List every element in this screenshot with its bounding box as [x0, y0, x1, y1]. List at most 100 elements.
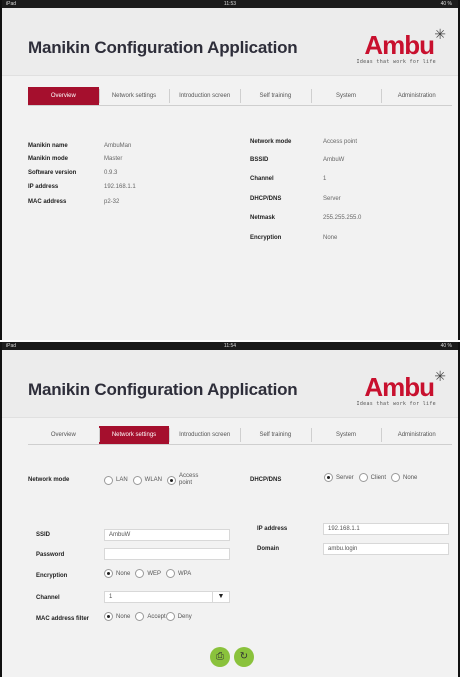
info-value: Access point: [323, 139, 358, 145]
domain-field[interactable]: ambu.login: [323, 543, 449, 555]
overview-screen: iPad 11:53 40 % Manikin Configuration Ap…: [0, 0, 460, 340]
app-header: Manikin Configuration Application Ambu ✳…: [2, 8, 458, 76]
radio-label: Deny: [177, 613, 192, 620]
info-label: DHCP/DNS: [250, 196, 282, 202]
info-value: None: [323, 235, 338, 241]
radio-button[interactable]: [135, 569, 145, 578]
app-title: Manikin Configuration Application: [28, 380, 298, 399]
info-value: AmbuMan: [104, 143, 132, 149]
app-title: Manikin Configuration Application: [28, 38, 298, 57]
status-time: 11:54: [223, 343, 237, 349]
radio-button-selected[interactable]: [167, 475, 177, 485]
radio-deny[interactable]: Deny: [165, 612, 192, 621]
radio-button[interactable]: [391, 473, 401, 482]
radio-wep[interactable]: WEP: [135, 569, 161, 578]
network-settings-screen: iPad 11:54 40 % Manikin Configuration Ap…: [0, 342, 460, 677]
battery-level: 40 %: [440, 1, 452, 7]
tab-system[interactable]: System: [310, 87, 382, 105]
tab-introduction-screen[interactable]: Introduction screen: [169, 426, 240, 444]
radio-button[interactable]: [358, 473, 368, 482]
logo-word: Ambu: [364, 372, 435, 402]
radio-client[interactable]: Client: [358, 473, 386, 482]
dhcp-dns-label: DHCP/DNS: [250, 477, 282, 483]
info-value: AmbuW: [323, 157, 345, 163]
channel-value: 1: [109, 594, 113, 600]
network-mode-radios: LAN WLAN Access point: [104, 473, 210, 487]
radio-label: None: [403, 474, 418, 481]
refresh-icon: ↻: [239, 651, 249, 662]
password-field[interactable]: [104, 548, 230, 560]
dropdown-arrow-icon[interactable]: ▼: [212, 592, 229, 602]
ip-address-field[interactable]: 192.168.1.1: [323, 523, 449, 535]
info-value: 0.9.3: [104, 170, 118, 176]
radio-button-selected[interactable]: [104, 569, 113, 578]
radio-accept[interactable]: Accept: [135, 612, 166, 621]
info-label: IP address: [28, 184, 59, 190]
status-time: 11:53: [223, 1, 237, 7]
radio-button[interactable]: [165, 612, 175, 621]
logo-star-icon: ✳: [434, 368, 446, 384]
radio-access-point[interactable]: Access point: [167, 473, 205, 487]
info-value: p2-32: [104, 199, 120, 205]
radio-wlan[interactable]: WLAN: [132, 475, 163, 485]
radio-none[interactable]: None: [104, 612, 130, 621]
save-button[interactable]: ⎙: [210, 647, 230, 667]
radio-button-selected[interactable]: [104, 612, 113, 621]
info-label: Netmask: [250, 215, 276, 221]
logo-word: Ambu: [364, 30, 435, 60]
info-value: Server: [323, 196, 341, 202]
mac-filter-radios: None Accept Deny: [104, 612, 197, 621]
radio-button[interactable]: [166, 569, 176, 578]
radio-button[interactable]: [104, 475, 113, 485]
tab-administration[interactable]: Administration: [381, 426, 452, 444]
radio-server[interactable]: Server: [324, 473, 354, 482]
radio-wpa[interactable]: WPA: [166, 569, 191, 578]
info-value: 255.255.255.0: [323, 215, 362, 221]
radio-lan[interactable]: LAN: [104, 475, 128, 485]
ambu-logo: Ambu ✳ Ideas that work for life: [346, 368, 446, 408]
battery-level: 40 %: [440, 343, 452, 349]
channel-select[interactable]: 1 ▼: [104, 591, 230, 603]
radio-button-selected[interactable]: [324, 473, 333, 482]
radio-label: LAN: [116, 477, 128, 483]
refresh-button[interactable]: ↻: [234, 647, 254, 667]
info-value: Master: [104, 156, 123, 162]
logo-tagline: Ideas that work for life: [356, 401, 436, 407]
network-mode-label: Network mode: [28, 477, 70, 483]
info-label: Manikin name: [28, 143, 68, 149]
tab-administration[interactable]: Administration: [381, 87, 452, 105]
tab-self-training[interactable]: Self training: [240, 426, 311, 444]
radio-none[interactable]: None: [104, 569, 130, 578]
radio-label: WEP: [147, 570, 162, 577]
tab-bar: Overview Network settings Introduction s…: [28, 426, 452, 445]
radio-label: Server: [336, 474, 354, 481]
save-icon: ⎙: [216, 651, 224, 662]
tab-overview[interactable]: Overview: [28, 426, 99, 444]
info-label: Channel: [250, 176, 274, 182]
radio-button[interactable]: [132, 475, 142, 485]
tab-system[interactable]: System: [310, 426, 382, 444]
radio-label: WLAN: [144, 477, 163, 483]
radio-label: None: [116, 570, 131, 577]
mac-filter-label: MAC address filter: [36, 616, 90, 622]
encryption-radios: None WEP WPA: [104, 569, 196, 578]
ip-address-label: IP address: [257, 526, 288, 532]
logo-tagline: Ideas that work for life: [356, 59, 436, 65]
status-bar: iPad 11:54 40 %: [2, 342, 458, 350]
tab-introduction-screen[interactable]: Introduction screen: [169, 87, 240, 105]
tab-overview[interactable]: Overview: [28, 87, 99, 105]
tab-self-training[interactable]: Self training: [240, 87, 311, 105]
info-label: Network mode: [250, 139, 292, 145]
radio-none[interactable]: None: [391, 473, 417, 482]
radio-button[interactable]: [135, 612, 145, 621]
ssid-field[interactable]: AmbuW: [104, 529, 230, 541]
info-label: BSSID: [250, 157, 269, 163]
channel-label: Channel: [36, 595, 60, 601]
tab-network-settings[interactable]: Network settings: [98, 426, 170, 444]
info-label: MAC address: [28, 199, 67, 205]
status-bar: iPad 11:53 40 %: [2, 0, 458, 8]
tab-network-settings[interactable]: Network settings: [98, 87, 170, 105]
radio-label: WPA: [178, 570, 192, 577]
info-value: 1: [323, 176, 327, 182]
ambu-logo: Ambu ✳ Ideas that work for life: [346, 26, 446, 66]
